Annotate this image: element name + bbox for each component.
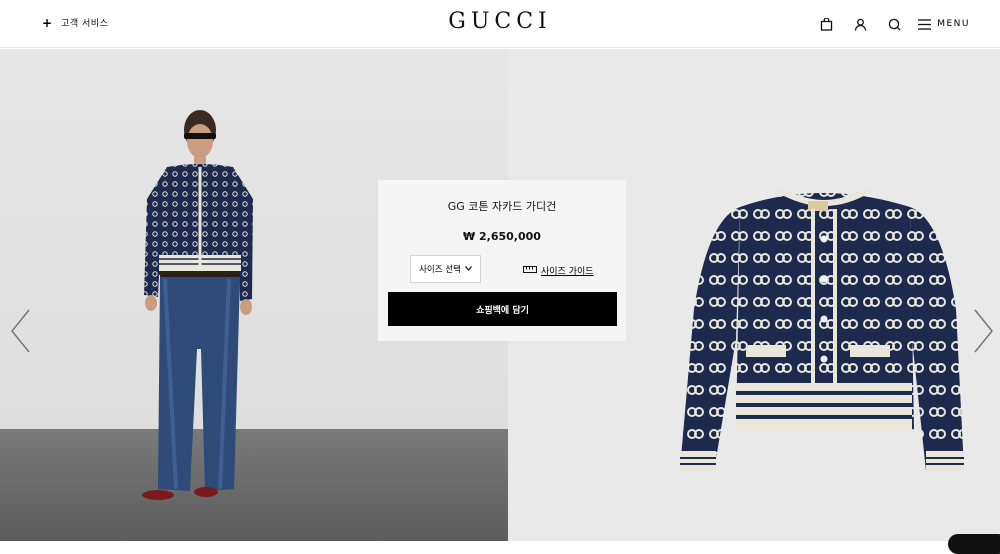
size-guide-label: 사이즈 가이드 <box>541 267 594 277</box>
menu-label: MENU <box>937 19 970 29</box>
product-info-card: GG 코튼 자카드 가디건 ₩ 2,650,000 사이즈 선택 사이즈 가이드… <box>378 180 626 341</box>
add-to-bag-button[interactable]: 쇼핑백에 담기 <box>388 292 617 326</box>
ruler-icon <box>523 265 537 276</box>
product-price: ₩ 2,650,000 <box>463 230 541 243</box>
size-select-label: 사이즈 선택 <box>419 265 461 275</box>
menu-icon <box>918 15 932 34</box>
size-guide-link[interactable]: 사이즈 가이드 <box>523 264 594 277</box>
product-name: GG 코튼 자카드 가디건 <box>447 200 557 213</box>
shopping-bag-icon[interactable] <box>816 14 836 34</box>
prev-arrow[interactable] <box>10 309 32 353</box>
next-arrow[interactable] <box>972 309 994 353</box>
user-icon[interactable] <box>850 14 870 34</box>
header-actions: MENU <box>802 14 970 34</box>
chat-button[interactable] <box>948 534 1000 554</box>
chevron-down-icon <box>464 264 472 274</box>
site-header: + 고객 서비스 GUCCI MENU <box>0 0 1000 48</box>
size-select[interactable]: 사이즈 선택 <box>410 255 481 283</box>
search-icon[interactable] <box>884 14 904 34</box>
menu-button[interactable]: MENU <box>918 15 970 34</box>
